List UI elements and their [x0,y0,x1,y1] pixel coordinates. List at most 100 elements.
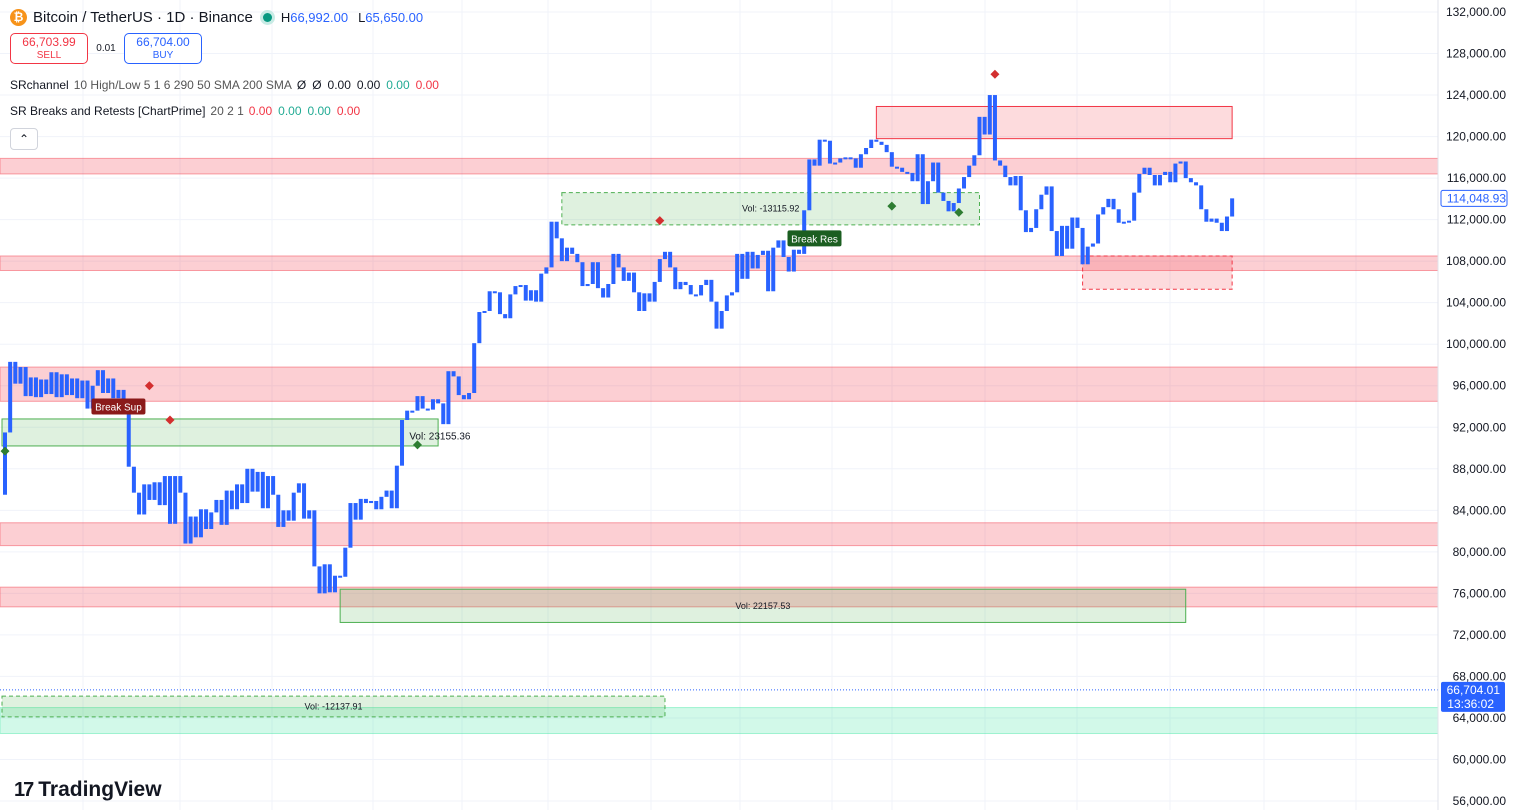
price-bar [998,160,1003,166]
indicator-srchannel[interactable]: SRchannel 10 High/Low 5 1 6 290 50 SMA 2… [10,73,445,97]
price-bar [1116,209,1121,223]
price-bar [369,500,374,504]
price-bar [874,139,879,142]
price-bar [1070,217,1075,249]
price-tick-label: 104,000.00 [1446,296,1506,310]
price-bar [28,377,33,397]
price-bar [343,547,348,577]
price-bar [869,139,874,148]
price-bar [374,500,379,510]
price-bar [400,419,405,466]
price-bar [1065,225,1070,249]
price-bar [858,154,863,168]
price-bar [307,510,312,519]
price-bar [142,484,147,515]
price-bar [1039,194,1044,210]
price-bar [451,371,456,377]
symbol-title[interactable]: Bitcoin / TetherUS · 1D · Binance [33,9,253,26]
price-bar [224,490,229,525]
price-bar [1018,176,1023,211]
buy-button[interactable]: 66,704.00 BUY [124,33,202,64]
price-bar [719,310,724,329]
tradingview-logo[interactable]: 17 TradingView [14,778,162,802]
price-bar [70,378,75,396]
price-bar [1080,227,1085,265]
price-bar [106,378,111,394]
price-bar [704,279,709,286]
price-bar [1157,174,1162,186]
price-bar [1209,218,1214,222]
price-bar [554,221,559,239]
price-tick-label: 132,000.00 [1446,5,1506,19]
price-bar [209,512,214,530]
price-bar [204,509,209,530]
price-bar [781,240,786,258]
price-bar [848,157,853,160]
price-bar [245,468,250,504]
price-bar [1101,207,1106,215]
price-tick-label: 88,000.00 [1453,462,1507,476]
signal-marker [0,446,10,456]
price-bar [235,484,240,510]
price-bar [379,496,384,510]
price-bar [446,371,451,425]
price-bar [23,367,28,397]
price-bar [678,281,683,290]
price-bar [1034,209,1039,228]
price-bar [673,267,678,290]
price-bar [575,253,580,263]
price-bar [317,566,322,594]
price-bar [518,285,523,288]
break-label-text: Break Res [791,234,838,245]
price-bar [642,293,647,311]
price-bar [157,482,162,506]
price-tick-label: 100,000.00 [1446,337,1506,351]
price-bar [1003,165,1008,178]
price-bar [116,389,121,399]
price-bar [900,167,905,172]
indicator-value: 0.00 [336,104,361,118]
sell-button[interactable]: 66,703.99 SELL [10,33,88,64]
price-bar [760,250,765,255]
price-bar [709,279,714,302]
price-tick-label: 92,000.00 [1453,420,1507,434]
price-bar [467,393,472,400]
price-bar [1096,214,1101,244]
market-open-icon [262,12,272,22]
price-bar [1137,173,1142,193]
price-bar [183,492,188,544]
indicator-sr-breaks[interactable]: SR Breaks and Retests [ChartPrime] 20 2 … [10,99,445,123]
vol-label: Vol: 23155.36 [409,432,471,443]
price-bar [456,376,461,396]
price-bar [539,273,544,302]
price-bar [920,154,925,205]
price-bar [982,116,987,135]
price-bar [100,370,105,394]
price-tick-label: 116,000.00 [1447,171,1506,185]
price-bar [822,139,827,142]
collapse-legend-button[interactable]: ⌃ [10,128,38,150]
price-bar [260,471,265,509]
price-bar [363,498,368,504]
price-tick-label: 64,000.00 [1453,711,1507,725]
price-bar [894,166,899,169]
price-bar [441,403,446,425]
price-tick-label: 108,000.00 [1446,254,1506,268]
price-bar [39,379,44,398]
price-bar [992,95,997,161]
price-bar [461,395,466,400]
price-bar [1147,167,1152,175]
price-bar [497,292,502,315]
price-bar [812,159,817,166]
price-bar [250,468,255,492]
sr-zone [0,522,1439,547]
countdown-tag: 13:36:02 [1447,697,1494,711]
price-bar [276,494,281,527]
price-bar [410,410,415,413]
price-tick-label: 72,000.00 [1453,628,1507,642]
price-bar [291,492,296,521]
price-bar [389,490,394,509]
price-bar [1121,221,1126,224]
price-bar [616,253,621,268]
price-bar [1230,198,1235,217]
